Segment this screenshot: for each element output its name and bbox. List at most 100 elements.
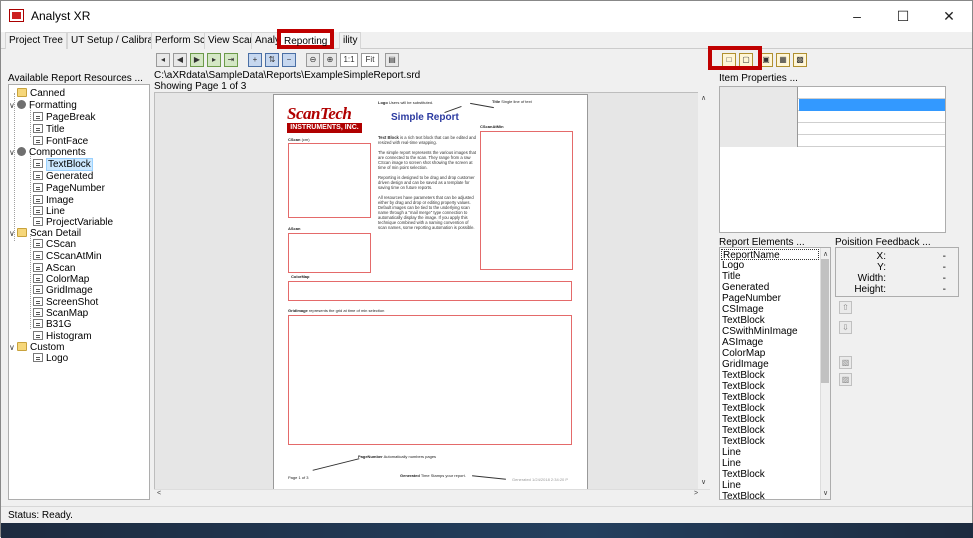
tree-item-pagenumber[interactable]: PageNumber: [33, 183, 105, 195]
move-up-icon[interactable]: ⇧: [839, 301, 852, 314]
list-item[interactable]: TextBlock: [722, 425, 765, 436]
zoom-in-icon[interactable]: ⊕: [323, 53, 337, 67]
delete-element-icon[interactable]: ▨: [839, 373, 852, 386]
scroll-down-icon[interactable]: ∨: [701, 478, 706, 486]
first-page-icon[interactable]: ◂: [156, 53, 170, 67]
chevron-down-icon[interactable]: ∨: [9, 147, 17, 159]
tree-item-generated[interactable]: Generated: [33, 171, 93, 183]
goto-page-icon[interactable]: ⇥: [224, 53, 238, 67]
list-item[interactable]: TextBlock: [722, 315, 765, 326]
tab-project-tree[interactable]: Project Tree: [5, 32, 67, 49]
property-row[interactable]: [720, 87, 945, 99]
tree-item-logo[interactable]: Logo: [33, 353, 68, 365]
report-title[interactable]: Simple Report: [391, 112, 459, 123]
list-item[interactable]: TextBlock: [722, 403, 765, 414]
report-page[interactable]: ScanTech INSTRUMENTS, INC. Simple Report…: [273, 94, 588, 491]
tree-item-gridimage[interactable]: GridImage: [33, 285, 93, 297]
tree-item-title[interactable]: Title: [33, 124, 65, 136]
tab-reporting[interactable]: Reporting: [277, 29, 335, 49]
print-report-icon[interactable]: ▩: [793, 53, 807, 67]
scroll-down-icon[interactable]: ∨: [823, 489, 828, 497]
list-item[interactable]: Line: [722, 480, 741, 491]
scroll-up-icon[interactable]: ∧: [701, 94, 706, 102]
property-row[interactable]: [720, 111, 945, 123]
scroll-left-icon[interactable]: <: [157, 490, 161, 497]
generated-timestamp[interactable]: Generated 1/24/2018 2:34:20 P: [512, 477, 568, 482]
maximize-button[interactable]: ☐: [880, 1, 926, 32]
list-item[interactable]: TextBlock: [722, 414, 765, 425]
list-item[interactable]: Title: [722, 271, 741, 282]
report-text-block[interactable]: Text Block is a rich text block that can…: [378, 135, 476, 230]
chevron-down-icon[interactable]: ∨: [9, 100, 17, 112]
report-elements-list[interactable]: ReportName Logo Title Generated PageNumb…: [719, 247, 831, 500]
ascan-image-box[interactable]: [288, 233, 371, 273]
report-elements-scroll-thumb[interactable]: [821, 259, 829, 383]
tab-utility[interactable]: ility: [339, 32, 362, 49]
position-width-row: Width: -: [857, 273, 946, 284]
list-item[interactable]: Logo: [722, 260, 744, 271]
tree-item-textblock[interactable]: TextBlock: [33, 158, 93, 171]
item-properties-grid[interactable]: [719, 86, 946, 233]
list-item[interactable]: TextBlock: [722, 436, 765, 447]
preview-horizontal-scrollbar[interactable]: < >: [154, 489, 710, 500]
last-page-icon[interactable]: ▸: [207, 53, 221, 67]
chevron-down-icon[interactable]: ∨: [9, 228, 17, 240]
list-item[interactable]: TextBlock: [722, 491, 765, 499]
zoom-out-icon[interactable]: ⊖: [306, 53, 320, 67]
gridimage-image-box[interactable]: [288, 315, 572, 445]
list-item[interactable]: TextBlock: [722, 381, 765, 392]
insert-item-icon[interactable]: ⇅: [265, 53, 279, 67]
doc-icon: [33, 263, 43, 272]
cscanatmin-image-box[interactable]: [480, 131, 573, 270]
tree-item-b31g[interactable]: B31G: [33, 319, 72, 331]
report-preview[interactable]: ScanTech INSTRUMENTS, INC. Simple Report…: [154, 92, 710, 500]
property-row[interactable]: [720, 135, 945, 147]
property-row[interactable]: [720, 123, 945, 135]
list-item[interactable]: Generated: [722, 282, 769, 293]
list-item[interactable]: GridImage: [722, 359, 769, 370]
next-page-icon[interactable]: ▶: [190, 53, 204, 67]
list-item[interactable]: ASImage: [722, 337, 763, 348]
page-number-text[interactable]: Page 1 of 3: [288, 475, 308, 480]
scroll-up-icon[interactable]: ∧: [823, 250, 828, 258]
remove-item-icon[interactable]: −: [282, 53, 296, 67]
list-item[interactable]: CSImage: [722, 304, 764, 315]
list-item[interactable]: TextBlock: [722, 370, 765, 381]
zoom-actual-button[interactable]: 1:1: [340, 53, 358, 67]
report-logo[interactable]: ScanTech INSTRUMENTS, INC.: [287, 105, 362, 135]
close-button[interactable]: ✕: [926, 1, 972, 32]
property-row[interactable]: [720, 99, 945, 111]
list-item[interactable]: ColorMap: [722, 348, 765, 359]
tree-item-cscan[interactable]: CScan: [33, 239, 76, 251]
tree-item-canned[interactable]: Canned: [17, 88, 65, 100]
save-as-report-icon[interactable]: ▦: [776, 53, 790, 67]
preview-vertical-scrollbar[interactable]: ∧ ∨: [698, 92, 710, 489]
previous-page-icon[interactable]: ◀: [173, 53, 187, 67]
chevron-down-icon[interactable]: ∨: [9, 342, 17, 354]
colormap-image-box[interactable]: [288, 281, 572, 301]
move-down-icon[interactable]: ⇩: [839, 321, 852, 334]
list-item[interactable]: Line: [722, 447, 741, 458]
cscanatmin-label: CScanAtMin: [480, 124, 504, 129]
duplicate-element-icon[interactable]: ▧: [839, 356, 852, 369]
tree-item-pagebreak[interactable]: PageBreak: [33, 112, 95, 124]
list-item[interactable]: Line: [722, 458, 741, 469]
position-height-row: Height: -: [854, 284, 946, 295]
doc-icon: [33, 353, 43, 362]
scroll-right-icon[interactable]: >: [694, 490, 698, 497]
resource-tree[interactable]: Canned ∨ Formatting PageBreak Title FontF…: [8, 84, 150, 500]
tree-item-formatting[interactable]: ∨ Formatting: [9, 100, 77, 112]
add-item-icon[interactable]: +: [248, 53, 262, 67]
list-item[interactable]: TextBlock: [722, 392, 765, 403]
cscan-image-box[interactable]: [288, 143, 371, 218]
zoom-fit-button[interactable]: Fit: [361, 53, 379, 67]
tree-item-cscanatmin[interactable]: CScanAtMin: [33, 251, 102, 263]
logo-annotation: Logo Users will be substituted.: [378, 100, 434, 105]
page-layout-icon[interactable]: ▤: [385, 53, 399, 67]
list-item[interactable]: PageNumber: [722, 293, 781, 304]
list-item[interactable]: CSwithMinImage: [722, 326, 798, 337]
title-annotation-arrow: [470, 102, 494, 109]
list-item[interactable]: ReportName: [721, 249, 819, 261]
minimize-button[interactable]: –: [834, 1, 880, 32]
list-item[interactable]: TextBlock: [722, 469, 765, 480]
